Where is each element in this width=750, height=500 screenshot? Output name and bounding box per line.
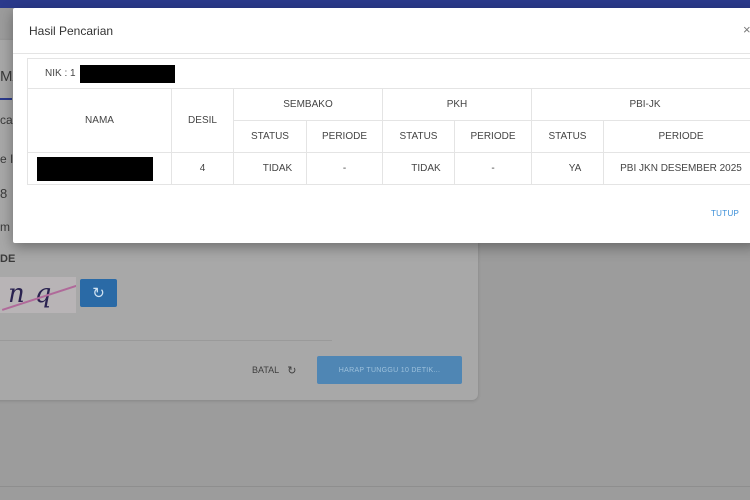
header-pbi-status: STATUS [531,120,604,153]
form-text-fragment: m [0,220,10,234]
close-icon[interactable]: × [743,22,750,37]
form-field-label: e I [0,152,14,166]
submit-wait-button[interactable]: HARAP TUNGGU 10 DETIK... [317,356,462,384]
captcha-refresh-button[interactable]: ↻ [80,279,117,307]
header-sembako: SEMBAKO [233,88,383,121]
search-result-modal: Hasil Pencarian × NIK : 1 NAMA DESIL SEM… [13,8,750,243]
cell-pbi-periode: PBI JKN DESEMBER 2025 [603,152,750,185]
top-navbar [0,0,750,8]
nik-row: NIK : 1 [27,58,750,88]
header-pkh-periode: PERIODE [454,120,532,153]
header-nama: NAMA [27,88,172,153]
header-pbi-jk: PBI-JK [531,88,750,121]
modal-title: Hasil Pencarian [29,24,114,38]
table-row: 4 TIDAK - TIDAK - YA PBI JKN DESEMBER 20… [27,152,750,185]
header-pkh-status: STATUS [382,120,455,153]
close-button[interactable]: TUTUP [711,209,739,218]
nik-label: NIK : 1 [45,68,76,79]
header-pkh: PKH [382,88,532,121]
cancel-button[interactable]: BATAL ↻ [238,358,308,382]
cancel-button-label: BATAL [252,365,280,375]
header-pbi-periode: PERIODE [603,120,750,153]
refresh-icon: ↻ [287,364,297,377]
form-field-value[interactable]: 8 [0,186,7,201]
cell-pbi-status: YA [531,152,604,185]
name-redaction [37,156,153,181]
header-sembako-periode: PERIODE [306,120,383,153]
form-text-fragment: ca [0,113,13,127]
captcha-image: nq [0,277,76,313]
form-divider [0,340,332,341]
cell-pkh-periode: - [454,152,532,185]
captcha-label: DE [0,253,16,265]
nik-redaction [79,64,175,83]
refresh-icon: ↻ [92,285,105,302]
header-desil: DESIL [171,88,234,153]
cell-desil: 4 [171,152,234,185]
active-tab-indicator [0,98,12,100]
submit-wait-label: HARAP TUNGGU 10 DETIK... [338,366,441,374]
cell-sembako-status: TIDAK [233,152,307,185]
header-sembako-status: STATUS [233,120,307,153]
cell-sembako-periode: - [306,152,383,185]
footer-divider [0,486,750,487]
cell-nama [27,152,172,185]
table-header-row: NAMA DESIL SEMBAKO PKH PBI-JK [27,88,750,153]
cell-pkh-status: TIDAK [382,152,455,185]
result-table: NAMA DESIL SEMBAKO PKH PBI-JK STATUS PER… [27,88,750,185]
modal-header-divider [13,53,750,54]
